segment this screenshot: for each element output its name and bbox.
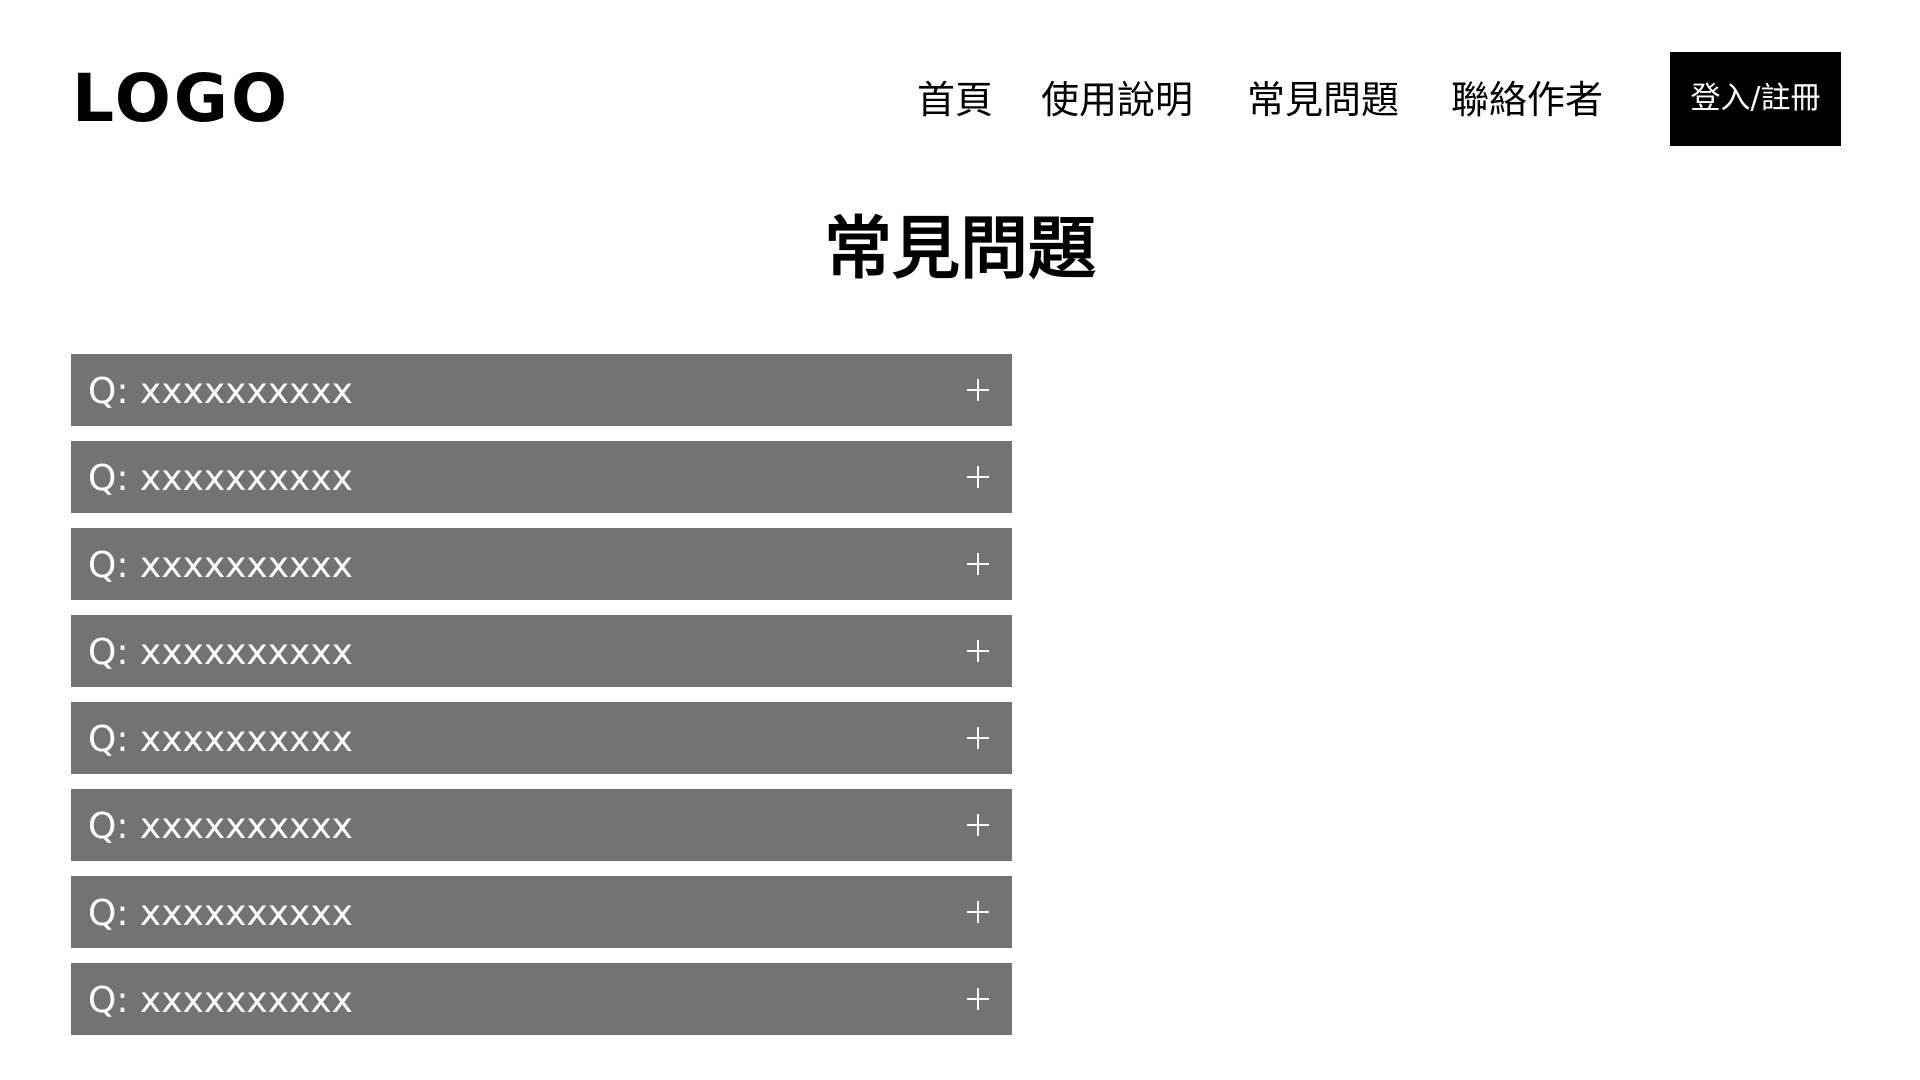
faq-question: Q: xxxxxxxxxx [88, 371, 353, 412]
faq-question: Q: xxxxxxxxxx [88, 545, 353, 586]
faq-question: Q: xxxxxxxxxx [88, 980, 353, 1021]
nav-item-contact[interactable]: 聯絡作者 [1451, 74, 1603, 126]
plus-icon[interactable] [967, 814, 989, 836]
faq-question: Q: xxxxxxxxxx [88, 806, 353, 847]
plus-icon[interactable] [967, 553, 989, 575]
faq-item[interactable]: Q: xxxxxxxxxx [71, 441, 1012, 513]
page-title: 常見問題 [823, 210, 1096, 289]
plus-icon[interactable] [967, 640, 989, 662]
faq-question: Q: xxxxxxxxxx [88, 632, 353, 673]
faq-question: Q: xxxxxxxxxx [88, 458, 353, 499]
plus-icon[interactable] [967, 466, 989, 488]
nav-item-guide[interactable]: 使用說明 [1041, 74, 1193, 126]
faq-item[interactable]: Q: xxxxxxxxxx [71, 702, 1012, 774]
plus-icon[interactable] [967, 379, 989, 401]
faq-item[interactable]: Q: xxxxxxxxxx [71, 789, 1012, 861]
main-nav: 首頁 使用說明 常見問題 聯絡作者 登入/註冊 [0, 52, 1920, 148]
faq-question: Q: xxxxxxxxxx [88, 719, 353, 760]
faq-item[interactable]: Q: xxxxxxxxxx [71, 528, 1012, 600]
faq-question: Q: xxxxxxxxxx [88, 893, 353, 934]
faq-item[interactable]: Q: xxxxxxxxxx [71, 615, 1012, 687]
faq-item[interactable]: Q: xxxxxxxxxx [71, 876, 1012, 948]
plus-icon[interactable] [967, 727, 989, 749]
plus-icon[interactable] [967, 901, 989, 923]
faq-page: LOGO 首頁 使用說明 常見問題 聯絡作者 登入/註冊 常見問題 Q: xxx… [0, 0, 1920, 1080]
nav-item-faq[interactable]: 常見問題 [1247, 74, 1399, 126]
faq-item[interactable]: Q: xxxxxxxxxx [71, 963, 1012, 1035]
nav-item-home[interactable]: 首頁 [917, 74, 993, 126]
plus-icon[interactable] [967, 988, 989, 1010]
faq-item[interactable]: Q: xxxxxxxxxx [71, 354, 1012, 426]
faq-list: Q: xxxxxxxxxx Q: xxxxxxxxxx Q: xxxxxxxxx… [71, 354, 1012, 1050]
login-register-button[interactable]: 登入/註冊 [1670, 52, 1841, 146]
